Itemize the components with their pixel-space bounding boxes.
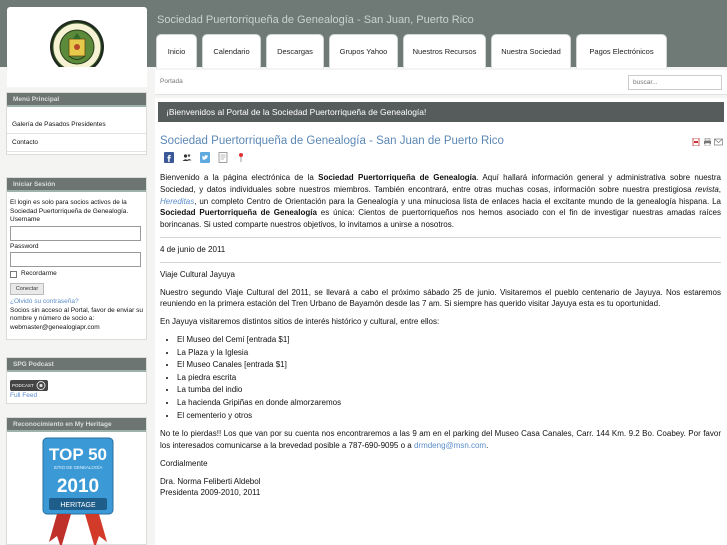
sites-list: El Museo del Cemí [entrada $1] La Plaza … (177, 334, 721, 422)
pin-icon[interactable] (236, 152, 246, 163)
tab-grupos-yahoo[interactable]: Grupos Yahoo (329, 34, 398, 68)
login-intro: El login es solo para socios activos de … (10, 199, 129, 215)
podcast-badge[interactable]: PODCAST (10, 380, 48, 391)
twitter-icon[interactable] (200, 152, 210, 163)
article-date: 4 de junio de 2011 (160, 244, 226, 254)
list-item: El Museo Canales [entrada $1] (177, 359, 721, 372)
tab-descargas[interactable]: Descargas (266, 34, 324, 68)
badge-year-text: 2010 (57, 476, 99, 497)
event-paragraph-2: En Jayuya visitaremos distintos sitios d… (160, 317, 440, 327)
forgot-password-link[interactable]: ¿Olvidó su contraseña? (10, 298, 79, 305)
remember-checkbox[interactable] (10, 271, 17, 279)
badge-sub-text: SITIO DE GENEALOGÍA (54, 465, 103, 470)
event-paragraph-3: No te lo pierdas!! Los que van por su cu… (160, 429, 721, 450)
podcast-icon (36, 381, 46, 390)
email-icon[interactable] (714, 138, 723, 146)
list-item: La piedra escrita (177, 372, 721, 385)
sidebar: Menú Principal Galería de Pasados Presid… (0, 87, 152, 545)
closing: Cordialmente (160, 458, 208, 468)
article-title[interactable]: Sociedad Puertorriqueña de Genealogía - … (160, 135, 504, 147)
tab-nuestra-sociedad[interactable]: Nuestra Sociedad (491, 34, 571, 68)
main-nav: Inicio Calendario Descargas Grupos Yahoo… (156, 34, 667, 68)
badge-top50-text: TOP 50 (49, 445, 107, 464)
tab-calendario[interactable]: Calendario (202, 34, 261, 68)
tab-nuestros-recursos[interactable]: Nuestros Recursos (403, 34, 486, 68)
pdf-icon[interactable] (692, 138, 701, 146)
signature: Dra. Norma Feliberti Aldebol (160, 476, 261, 486)
badge-brand-text: HERITAGE (60, 502, 96, 509)
site-title: Sociedad Puertorriqueña de Genealogía - … (157, 14, 474, 26)
myspace-icon[interactable] (182, 152, 192, 163)
podcast-module: SPG Podcast PODCAST Full Feed (6, 357, 147, 404)
share-icons (164, 152, 246, 163)
breadcrumb-bar: Portada (155, 70, 727, 95)
heritage-title: Reconocimiento en My Heritage (7, 418, 146, 432)
list-item: El Museo del Cemí [entrada $1] (177, 334, 721, 347)
contact-email-link[interactable]: drmdeng@msn.com (414, 441, 486, 450)
welcome-banner: ¡Bienvenidos al Portal de la Sociedad Pu… (158, 102, 724, 122)
event-paragraph-1: Nuestro segundo Viaje Cultural del 2011,… (160, 287, 721, 309)
divider (160, 236, 721, 238)
login-note: Socios sin acceso al Portal, favor de en… (10, 306, 143, 331)
heritage-module: Reconocimiento en My Heritage TOP 50 SIT… (6, 417, 147, 545)
main-menu-module: Menú Principal Galería de Pasados Presid… (6, 92, 147, 155)
password-field[interactable] (10, 252, 141, 268)
sidebar-item-contact[interactable]: Contacto (7, 134, 146, 152)
myheritage-top50-badge[interactable]: TOP 50 SITIO DE GENEALOGÍA 2010 HERITAGE (41, 436, 115, 545)
facebook-icon[interactable] (164, 152, 174, 163)
signature-title: Presidenta 2009-2010, 2011 (160, 488, 261, 498)
main-content: ¡Bienvenidos al Portal de la Sociedad Pu… (155, 98, 727, 545)
hereditas-link[interactable]: Hereditas (160, 197, 194, 206)
list-item: La hacienda Gripiñas en donde almorzarem… (177, 397, 721, 410)
login-button[interactable]: Conectar (10, 282, 44, 295)
logo-box-base (7, 67, 147, 87)
password-label: Password (10, 242, 39, 250)
login-title: Iniciar Sesión (7, 178, 146, 192)
list-item: La Plaza y la Iglesia (177, 347, 721, 360)
tab-pagos-electronicos[interactable]: Pagos Electrónicos (576, 34, 667, 68)
podcast-badge-label: PODCAST (12, 383, 34, 388)
breadcrumb[interactable]: Portada (160, 78, 183, 85)
divider (160, 261, 721, 263)
sidebar-item-past-presidents[interactable]: Galería de Pasados Presidentes (7, 116, 146, 134)
search-input[interactable] (628, 75, 722, 90)
article-body: Bienvenido a la página electrónica de la… (160, 172, 721, 505)
main-menu-title: Menú Principal (7, 93, 146, 107)
full-feed-link[interactable]: Full Feed (10, 392, 37, 399)
list-item: El cementerio y otros (177, 410, 721, 423)
event-title: Viaje Cultural Jayuya (160, 269, 236, 279)
document-share-icon[interactable] (218, 152, 228, 163)
article-tools (692, 138, 723, 146)
list-item: La tumba del indio (177, 384, 721, 397)
username-label: Username (10, 216, 40, 224)
podcast-title: SPG Podcast (7, 358, 146, 372)
tab-inicio[interactable]: Inicio (156, 34, 197, 68)
print-icon[interactable] (703, 138, 712, 146)
remember-label: Recordarme (21, 270, 57, 278)
username-field[interactable] (10, 225, 141, 241)
intro-paragraph: Bienvenido a la página electrónica de la… (160, 173, 722, 230)
login-module: Iniciar Sesión El login es solo para soc… (6, 177, 147, 340)
